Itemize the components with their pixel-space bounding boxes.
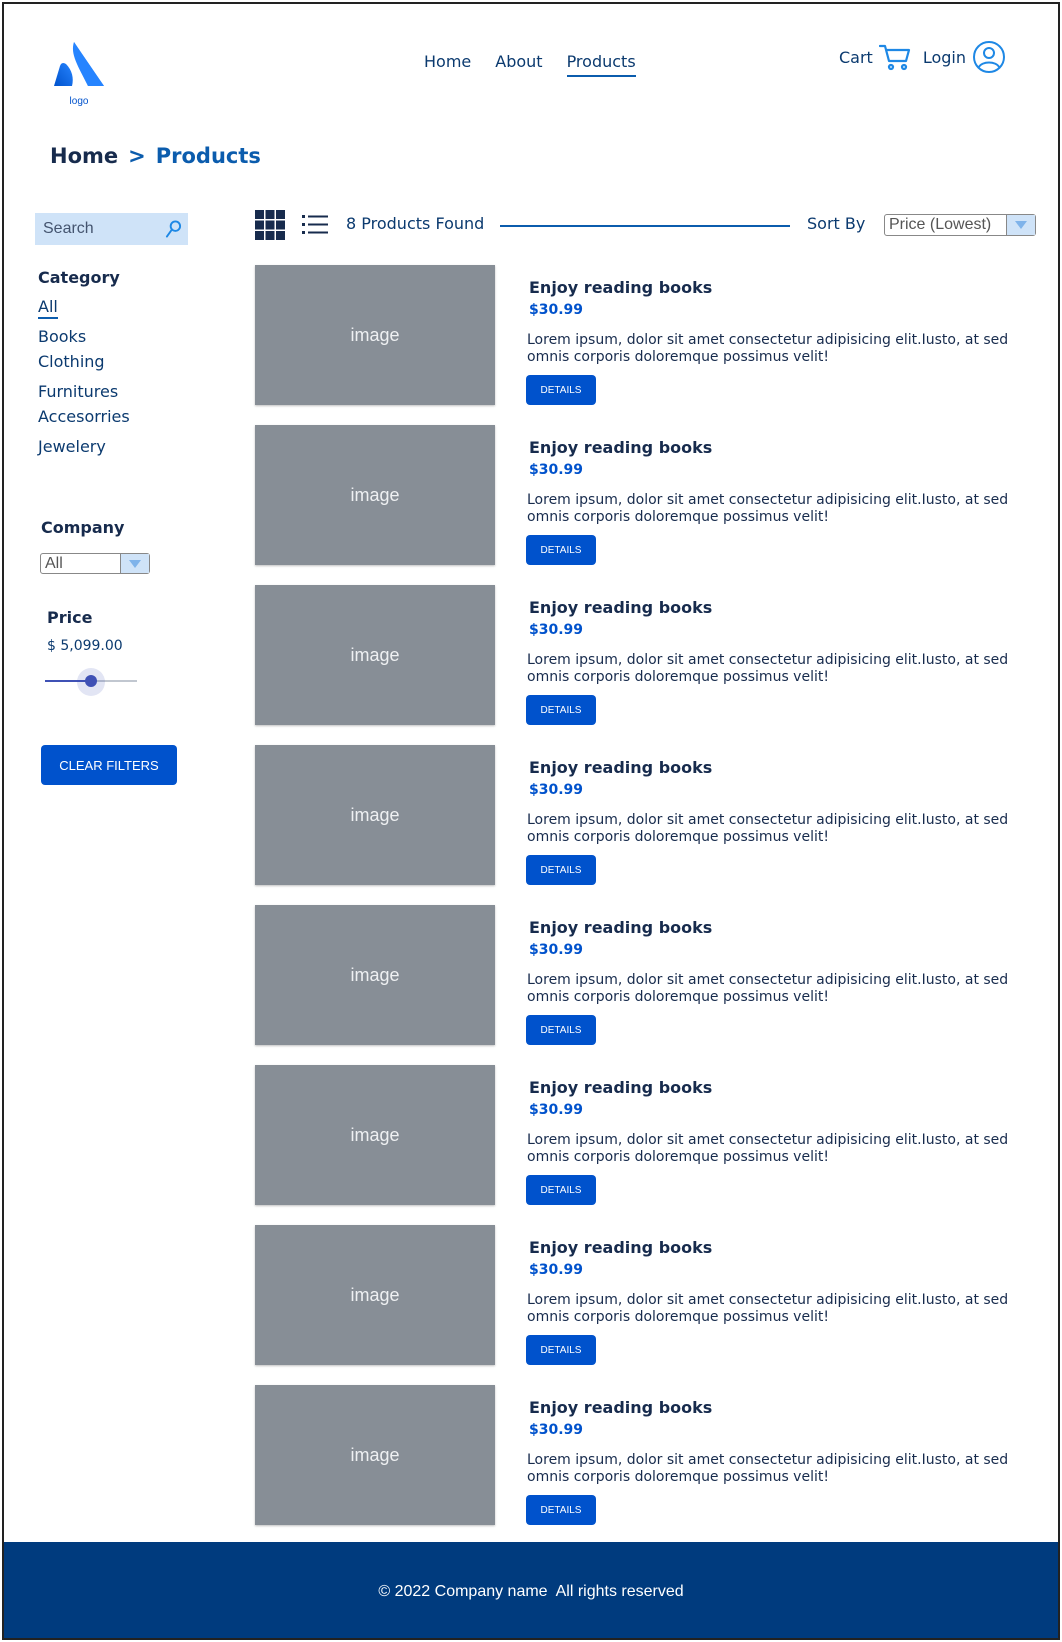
toolbar-divider: [500, 225, 790, 227]
product-image[interactable]: image: [255, 1225, 495, 1365]
logo-mark-icon: [54, 42, 104, 86]
product-card: image Enjoy reading books $30.99 Lorem i…: [255, 745, 1045, 905]
details-button[interactable]: DETAILS: [526, 855, 596, 885]
page-frame: logo Home About Products Cart Login Home: [2, 2, 1060, 1640]
product-title: Enjoy reading books: [529, 598, 713, 617]
product-title: Enjoy reading books: [529, 278, 713, 297]
product-description: Lorem ipsum, dolor sit amet consectetur …: [527, 812, 1009, 845]
product-image[interactable]: image: [255, 905, 495, 1045]
price-slider[interactable]: [45, 668, 137, 696]
product-card: image Enjoy reading books $30.99 Lorem i…: [255, 425, 1045, 585]
product-title: Enjoy reading books: [529, 1398, 713, 1417]
cart-link[interactable]: Cart: [839, 43, 911, 71]
product-card: image Enjoy reading books $30.99 Lorem i…: [255, 905, 1045, 1065]
details-button[interactable]: DETAILS: [526, 535, 596, 565]
header-actions: Cart Login: [839, 40, 1006, 74]
product-image[interactable]: image: [255, 1065, 495, 1205]
chevron-down-icon: [1006, 215, 1035, 235]
price-value: $ 5,099.00: [47, 638, 123, 654]
company-select[interactable]: All: [40, 553, 150, 574]
product-card: image Enjoy reading books $30.99 Lorem i…: [255, 1225, 1045, 1385]
company-heading: Company: [41, 518, 125, 537]
nav-about[interactable]: About: [495, 52, 542, 77]
category-accesorries[interactable]: Accesorries: [38, 407, 130, 426]
product-price: $30.99: [529, 942, 584, 958]
product-title: Enjoy reading books: [529, 438, 713, 457]
clear-filters-button[interactable]: CLEAR FILTERS: [41, 745, 177, 785]
breadcrumb-current: Products: [155, 144, 261, 168]
category-clothing[interactable]: Clothing: [38, 352, 105, 371]
company-select-value: All: [45, 555, 63, 572]
product-title: Enjoy reading books: [529, 1078, 713, 1097]
product-image[interactable]: image: [255, 425, 495, 565]
slider-thumb[interactable]: [85, 675, 97, 687]
product-price: $30.99: [529, 1262, 584, 1278]
user-icon: [973, 41, 1005, 73]
product-description: Lorem ipsum, dolor sit amet consectetur …: [527, 1132, 1009, 1165]
details-button[interactable]: DETAILS: [526, 1015, 596, 1045]
breadcrumb: Home > Products: [50, 144, 261, 168]
product-title: Enjoy reading books: [529, 918, 713, 937]
price-heading: Price: [47, 608, 93, 627]
product-price: $30.99: [529, 782, 584, 798]
product-image[interactable]: image: [255, 265, 495, 405]
category-furnitures[interactable]: Furnitures: [38, 382, 118, 401]
products-found-count: 8 Products Found: [346, 214, 485, 233]
product-card: image Enjoy reading books $30.99 Lorem i…: [255, 1065, 1045, 1225]
details-button[interactable]: DETAILS: [526, 1175, 596, 1205]
search-icon[interactable]: [165, 219, 182, 239]
nav-home[interactable]: Home: [424, 52, 471, 77]
login-link[interactable]: Login: [923, 40, 1006, 74]
product-title: Enjoy reading books: [529, 1238, 713, 1257]
product-image[interactable]: image: [255, 1385, 495, 1525]
nav-products[interactable]: Products: [566, 52, 636, 77]
product-price: $30.99: [529, 462, 584, 478]
footer: © 2022 Company name All rights reserved: [4, 1542, 1058, 1638]
product-price: $30.99: [529, 622, 584, 638]
search-input[interactable]: [41, 219, 165, 239]
product-description: Lorem ipsum, dolor sit amet consectetur …: [527, 1452, 1009, 1485]
cart-label: Cart: [839, 47, 873, 67]
main-nav: Home About Products: [424, 52, 636, 77]
details-button[interactable]: DETAILS: [526, 695, 596, 725]
product-price: $30.99: [529, 1422, 584, 1438]
search-box: [35, 213, 188, 245]
cart-icon: [878, 44, 910, 71]
sort-select-value: Price (Lowest): [889, 216, 992, 233]
product-description: Lorem ipsum, dolor sit amet consectetur …: [527, 972, 1009, 1005]
product-image[interactable]: image: [255, 585, 495, 725]
product-list: image Enjoy reading books $30.99 Lorem i…: [255, 265, 1045, 1545]
footer-copyright: © 2022 Company name All rights reserved: [378, 1583, 684, 1600]
details-button[interactable]: DETAILS: [526, 1495, 596, 1525]
category-jewelery[interactable]: Jewelery: [38, 437, 106, 456]
list-view-icon[interactable]: [302, 214, 328, 236]
logo[interactable]: logo: [52, 40, 106, 107]
details-button[interactable]: DETAILS: [526, 375, 596, 405]
product-card: image Enjoy reading books $30.99 Lorem i…: [255, 265, 1045, 425]
product-description: Lorem ipsum, dolor sit amet consectetur …: [527, 1292, 1009, 1325]
sort-select[interactable]: Price (Lowest): [884, 214, 1036, 236]
product-description: Lorem ipsum, dolor sit amet consectetur …: [527, 652, 1009, 685]
category-books[interactable]: Books: [38, 327, 86, 346]
product-description: Lorem ipsum, dolor sit amet consectetur …: [527, 332, 1009, 365]
product-image[interactable]: image: [255, 745, 495, 885]
category-heading: Category: [38, 268, 120, 287]
product-card: image Enjoy reading books $30.99 Lorem i…: [255, 585, 1045, 745]
category-all[interactable]: All: [38, 297, 58, 319]
grid-view-icon[interactable]: [255, 210, 285, 240]
chevron-down-icon: [120, 554, 149, 573]
sort-label: Sort By: [807, 214, 866, 233]
login-label: Login: [922, 47, 966, 67]
breadcrumb-separator: >: [128, 144, 146, 168]
product-title: Enjoy reading books: [529, 758, 713, 777]
product-price: $30.99: [529, 302, 584, 318]
product-price: $30.99: [529, 1102, 584, 1118]
logo-text: logo: [69, 96, 89, 107]
product-description: Lorem ipsum, dolor sit amet consectetur …: [527, 492, 1009, 525]
breadcrumb-home[interactable]: Home: [50, 144, 118, 168]
details-button[interactable]: DETAILS: [526, 1335, 596, 1365]
product-card: image Enjoy reading books $30.99 Lorem i…: [255, 1385, 1045, 1545]
